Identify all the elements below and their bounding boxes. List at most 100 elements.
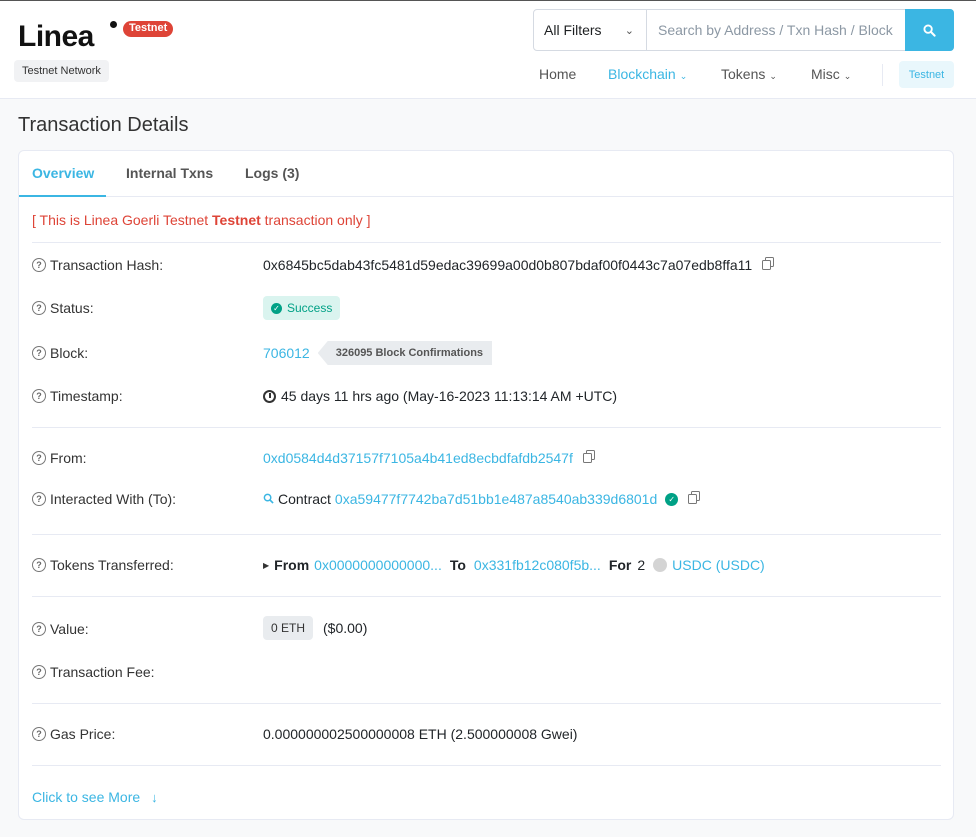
label-block: ? Block:: [32, 345, 88, 361]
main-nav: Home Blockchain ⌄ Tokens ⌄ Misc ⌄ Testnet: [0, 58, 976, 92]
active-tab-indicator: [19, 195, 106, 197]
confirmations-badge: 326095 Block Confirmations: [317, 341, 493, 365]
value-value: 0 ETH ($0.00): [263, 616, 367, 640]
label-transaction-fee: ? Transaction Fee:: [32, 664, 155, 680]
usdc-token-icon: [653, 558, 668, 572]
divider: [32, 703, 941, 704]
nav-divider: [882, 64, 883, 86]
value-timestamp: 45 days 11 hrs ago (May-16-2023 11:13:14…: [263, 388, 617, 404]
divider: [32, 534, 941, 535]
question-icon[interactable]: ?: [32, 665, 46, 679]
value-transaction-hash: 0x6845bc5dab43fc5481d59edac39699a00d0b80…: [263, 257, 775, 273]
question-icon[interactable]: ?: [32, 389, 46, 403]
tab-overview[interactable]: Overview: [32, 165, 94, 181]
label-status: ? Status:: [32, 300, 94, 316]
contract-search-icon: [263, 491, 274, 507]
nav-misc[interactable]: Misc ⌄: [811, 66, 851, 82]
search-icon: [923, 23, 936, 37]
question-icon[interactable]: ?: [32, 301, 46, 315]
value-gas-price: 0.000000002500000008 ETH (2.500000008 Gw…: [263, 726, 577, 742]
tokens-to-link[interactable]: 0x331fb12c080f5b...: [474, 557, 601, 573]
copy-icon[interactable]: [762, 257, 775, 273]
check-circle-icon: ✓: [271, 302, 282, 314]
tab-internal-txns[interactable]: Internal Txns: [126, 165, 213, 181]
label-text: Gas Price:: [50, 726, 116, 742]
timestamp-text: 45 days 11 hrs ago (May-16-2023 11:13:14…: [281, 388, 618, 404]
label-text: Transaction Fee:: [50, 664, 155, 680]
divider: [32, 427, 941, 428]
from-address-link[interactable]: 0xd0584d4d37157f7105a4b41ed8ecbdfafdb254…: [263, 450, 573, 466]
notice-suffix: transaction only ]: [260, 212, 371, 228]
nav-tokens[interactable]: Tokens ⌄: [721, 66, 777, 82]
caret-right-icon: ▶: [263, 560, 270, 570]
tokens-amount: 2: [637, 557, 646, 573]
label-from: ? From:: [32, 450, 87, 466]
chevron-down-icon: ⌄: [679, 71, 688, 81]
divider: [32, 765, 941, 766]
divider: [32, 242, 941, 243]
verified-check-icon: ✓: [665, 492, 679, 506]
question-icon[interactable]: ?: [32, 558, 46, 572]
tab-logs[interactable]: Logs (3): [245, 165, 299, 181]
tab-bar: Overview Internal Txns Logs (3): [19, 151, 953, 197]
usd-value: ($0.00): [323, 620, 368, 636]
testnet-pill: Testnet: [123, 21, 174, 37]
testnet-notice: [ This is Linea Goerli Testnet Testnet t…: [32, 212, 371, 228]
tokens-to-label: To: [449, 557, 466, 573]
clock-icon: [263, 389, 276, 403]
transaction-card: Overview Internal Txns Logs (3) [ This i…: [18, 150, 954, 820]
label-timestamp: ? Timestamp:: [32, 388, 123, 404]
status-badge: ✓ Success: [263, 296, 341, 320]
see-more-label: Click to see More: [32, 789, 141, 805]
search-button[interactable]: [905, 9, 954, 51]
label-text: From:: [50, 450, 87, 466]
label-transaction-hash: ? Transaction Hash:: [32, 257, 163, 273]
contract-prefix: Contract: [278, 491, 331, 507]
contract-address-link[interactable]: 0xa59477f7742ba7d51bb1e487a8540ab339d680…: [335, 491, 657, 507]
gas-price-text: 0.000000002500000008 ETH (2.500000008 Gw…: [263, 726, 578, 742]
label-text: Interacted With (To):: [50, 491, 177, 507]
divider: [32, 596, 941, 597]
nav-misc-label: Misc: [811, 66, 840, 82]
logo[interactable]: Linea: [18, 19, 117, 55]
label-text: Value:: [50, 621, 89, 637]
value-tokens-transferred: ▶ From 0x0000000000000... To 0x331fb12c0…: [263, 557, 765, 573]
question-icon[interactable]: ?: [32, 492, 46, 506]
label-text: Transaction Hash:: [50, 257, 164, 273]
label-text: Block:: [50, 345, 89, 361]
nav-testnet-button[interactable]: Testnet: [899, 61, 954, 88]
label-text: Tokens Transferred:: [50, 557, 174, 573]
chevron-down-icon: ⌄: [843, 71, 852, 81]
site-header: Linea Testnet Testnet Network All Filter…: [0, 1, 976, 99]
tokens-from-label: From: [274, 557, 310, 573]
search-input[interactable]: [647, 10, 905, 50]
status-text: Success: [287, 301, 333, 315]
label-value: ? Value:: [32, 621, 89, 637]
question-icon[interactable]: ?: [32, 451, 46, 465]
question-icon[interactable]: ?: [32, 346, 46, 360]
logo-text: Linea: [18, 20, 94, 53]
label-interacted-with: ? Interacted With (To):: [32, 491, 176, 507]
nav-home[interactable]: Home: [539, 66, 576, 82]
chevron-down-icon: ⌄: [769, 71, 777, 81]
block-link[interactable]: 706012: [263, 345, 310, 361]
question-icon[interactable]: ?: [32, 622, 46, 636]
page-title: Transaction Details: [18, 114, 189, 136]
question-icon[interactable]: ?: [32, 727, 46, 741]
see-more-link[interactable]: Click to see More ↓: [32, 789, 158, 805]
nav-blockchain[interactable]: Blockchain ⌄: [608, 66, 687, 82]
notice-prefix: [ This is Linea Goerli Testnet: [32, 212, 213, 228]
tokens-from-link[interactable]: 0x0000000000000...: [314, 557, 442, 573]
copy-icon[interactable]: [582, 450, 595, 466]
nav-blockchain-label: Blockchain: [608, 66, 676, 82]
tx-hash: 0x6845bc5dab43fc5481d59edac39699a00d0b80…: [263, 257, 753, 273]
label-gas-price: ? Gas Price:: [32, 726, 115, 742]
filter-select[interactable]: All Filters ⌄: [534, 10, 647, 50]
question-icon[interactable]: ?: [32, 258, 46, 272]
notice-bold: Testnet: [212, 212, 261, 228]
token-link[interactable]: USDC (USDC): [672, 557, 765, 573]
copy-icon[interactable]: [688, 491, 701, 507]
value-status: ✓ Success: [263, 296, 341, 320]
value-interacted-with: Contract 0xa59477f7742ba7d51bb1e487a8540…: [263, 491, 701, 507]
nav-tokens-label: Tokens: [721, 66, 766, 82]
